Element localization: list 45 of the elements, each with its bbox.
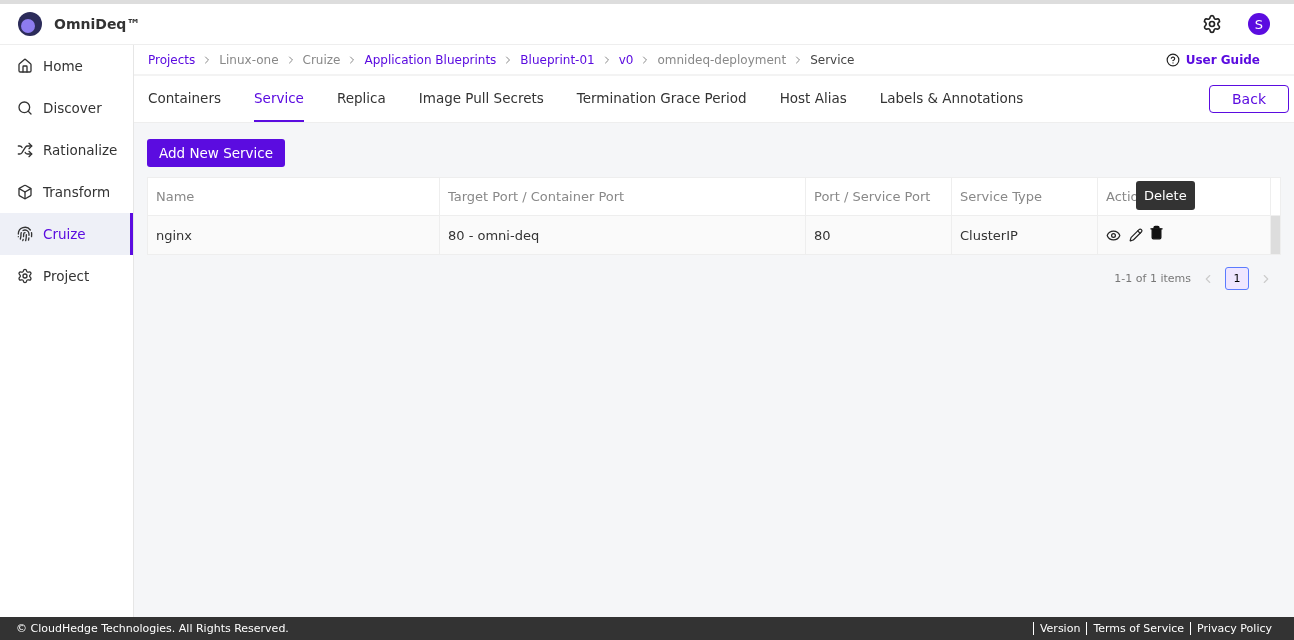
copyright-text: © CloudHedge Technologies. All Rights Reserved.: [16, 622, 290, 635]
home-icon: [17, 58, 33, 74]
tab[interactable]: Containers: [148, 76, 221, 122]
user-avatar[interactable]: S: [1248, 13, 1270, 35]
add-service-button[interactable]: Add New Service: [147, 139, 286, 167]
search-icon: [17, 100, 33, 116]
brand-name: OmniDeq™: [54, 16, 142, 32]
breadcrumb-link[interactable]: Blueprint-01: [520, 52, 595, 67]
breadcrumb-link[interactable]: Application Blueprints: [364, 52, 497, 67]
fingerprint-icon: [17, 226, 33, 242]
shuffle-icon: [17, 142, 33, 158]
breadcrumb-item: Linux-one: [219, 52, 279, 67]
pagination-summary: 1-1 of 1 items: [1114, 272, 1191, 285]
page-button[interactable]: 1: [1225, 267, 1249, 290]
tab[interactable]: Host Alias: [779, 76, 847, 122]
tab[interactable]: Replica: [336, 76, 386, 122]
trash-icon[interactable]: [1149, 224, 1164, 240]
breadcrumb-link[interactable]: v0: [618, 52, 634, 67]
settings-icon: [17, 268, 33, 284]
breadcrumb-item: Service: [810, 52, 855, 67]
tab[interactable]: Termination Grace Period: [576, 76, 747, 122]
help-icon: [1165, 52, 1180, 67]
table-cell: ClusterIP: [952, 216, 1098, 254]
tab[interactable]: Image Pull Secrets: [418, 76, 544, 122]
footer-link[interactable]: Privacy Policy: [1190, 622, 1278, 635]
back-button[interactable]: Back: [1209, 85, 1289, 113]
user-guide-link[interactable]: User Guide: [1165, 52, 1260, 67]
breadcrumb-item: Cruize: [302, 52, 341, 67]
tab[interactable]: Service: [254, 76, 304, 122]
view-icon[interactable]: [1106, 227, 1121, 243]
pencil-icon[interactable]: [1129, 228, 1143, 242]
tooltip: Delete: [1136, 181, 1195, 210]
table-cell: nginx: [148, 216, 440, 254]
table-cell: 80: [806, 216, 952, 254]
settings-icon[interactable]: [1202, 14, 1222, 34]
tab[interactable]: Labels & Annotations: [879, 76, 1024, 122]
scrollbar-thumb[interactable]: [1271, 216, 1280, 254]
sidebar-item[interactable]: Cruize: [0, 213, 133, 255]
logo-icon: [18, 12, 42, 36]
cube-icon: [17, 184, 33, 200]
table-cell: 80 - omni-deq: [440, 216, 806, 254]
footer-link[interactable]: Terms of Service: [1086, 622, 1191, 635]
breadcrumb-link[interactable]: Projects: [148, 52, 196, 67]
breadcrumb-item: omnideq-deployment: [657, 52, 787, 67]
footer-link[interactable]: Version: [1032, 622, 1087, 635]
